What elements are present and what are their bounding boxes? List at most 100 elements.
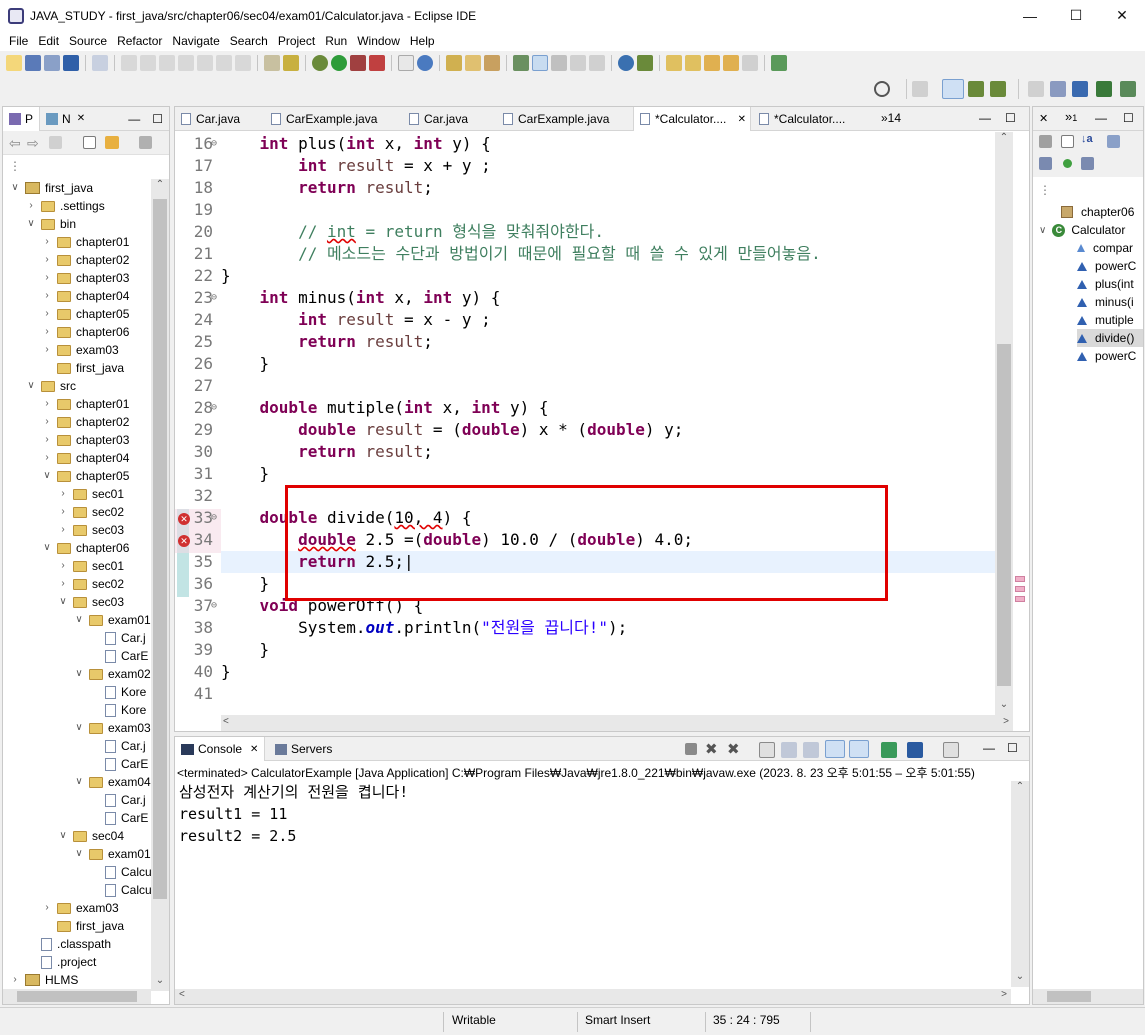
tree-item[interactable]: › sec02 [57, 503, 124, 521]
fold-icon[interactable]: ⊖ [211, 287, 217, 309]
chevron-right-icon[interactable]: › [41, 395, 53, 413]
tree-vertical-scrollbar[interactable]: ⌃ ⌄ [151, 179, 169, 991]
focus-icon[interactable] [1039, 135, 1052, 148]
fold-icon[interactable]: ⊖ [211, 397, 217, 419]
step-into-icon[interactable] [197, 55, 213, 71]
chevron-right-icon[interactable]: › [41, 269, 53, 287]
terminate-icon[interactable] [159, 55, 175, 71]
chevron-right-icon[interactable]: › [41, 305, 53, 323]
new-icon[interactable] [6, 55, 22, 71]
menu-help[interactable]: Help [405, 31, 440, 51]
code-line[interactable]: 41 [175, 683, 995, 705]
chevron-right-icon[interactable]: › [41, 431, 53, 449]
skip-breakpoints-icon[interactable] [92, 55, 108, 71]
collapse-all-icon[interactable] [1061, 135, 1074, 148]
code-line[interactable]: 19 [175, 199, 995, 221]
tree-item[interactable]: .project [25, 953, 96, 971]
tree-horizontal-scrollbar[interactable] [3, 989, 151, 1004]
back-icon[interactable] [723, 55, 739, 71]
tab-servers[interactable]: Servers [275, 742, 332, 756]
code-line[interactable]: 31 } [175, 463, 995, 485]
code-line[interactable]: 25 return result; [175, 331, 995, 353]
maximize-outline-icon[interactable]: ☐ [1123, 111, 1134, 125]
outline-item[interactable]: chapter06 [1061, 203, 1134, 221]
chevron-down-icon[interactable]: ∨ [73, 845, 85, 863]
tree-item[interactable]: › sec02 [57, 575, 124, 593]
block-select-icon[interactable] [570, 55, 586, 71]
tree-item[interactable]: CarE [89, 647, 148, 665]
tab-overflow-indicator[interactable]: »14 [881, 111, 901, 125]
editor-tab-calculator-2[interactable]: *Calculator.... [759, 112, 845, 126]
editor-horizontal-scrollbar[interactable]: < > [221, 715, 1013, 731]
tree-item[interactable]: ∨ exam01 [73, 845, 150, 863]
forward-icon[interactable] [742, 55, 758, 71]
tab-package-explorer[interactable]: P [3, 106, 41, 131]
chevron-down-icon[interactable]: ∨ [1039, 225, 1046, 236]
outline-overflow[interactable]: »1 [1065, 109, 1077, 124]
git-icon[interactable] [1028, 81, 1044, 97]
show-whitespace-icon[interactable] [551, 55, 567, 71]
code-line[interactable]: 16 ⊖ int plus(int x, int y) { [175, 133, 995, 155]
terminal-icon[interactable] [63, 55, 79, 71]
maximize-button[interactable]: ☐ [1053, 0, 1099, 31]
tree-item[interactable]: › chapter01 [41, 233, 129, 251]
tree-item[interactable]: first_java [41, 359, 124, 377]
code-line[interactable]: 21 // 메소드는 수단과 방법이기 때문에 필요할 때 쓸 수 있게 만들어… [175, 243, 995, 265]
tree-item[interactable]: Calcu [89, 881, 151, 899]
minimize-editor-icon[interactable]: — [979, 111, 991, 125]
chevron-right-icon[interactable]: › [41, 287, 53, 305]
close-button[interactable]: ✕ [1099, 0, 1145, 31]
quick-access-search-icon[interactable] [874, 81, 890, 97]
tree-item[interactable]: › exam03 [41, 341, 118, 359]
tree-item[interactable]: › sec03 [57, 521, 124, 539]
scroll-lock-icon[interactable] [781, 742, 797, 758]
tab-console[interactable]: Console ✕ [175, 737, 266, 761]
chevron-right-icon[interactable]: › [57, 503, 69, 521]
editor-tab-calculator-active[interactable]: *Calculator.... ✕ [633, 107, 751, 131]
tree-item[interactable]: ∨ chapter05 [41, 467, 129, 485]
chevron-right-icon[interactable]: › [41, 323, 53, 341]
code-line[interactable]: 38 System.out.println("전원을 끕니다!"); [175, 617, 995, 639]
chevron-down-icon[interactable]: ∨ [73, 665, 85, 683]
tree-item[interactable]: CarE [89, 809, 148, 827]
chevron-down-icon[interactable]: ∨ [41, 539, 53, 557]
web-icon[interactable] [1072, 81, 1088, 97]
chevron-right-icon[interactable]: › [41, 341, 53, 359]
chevron-down-icon[interactable]: ∨ [25, 377, 37, 395]
java-ee-perspective-icon[interactable] [942, 79, 964, 99]
prev-annotation-icon[interactable] [685, 55, 701, 71]
search-icon[interactable] [484, 55, 500, 71]
hide-local-types-icon[interactable] [1081, 157, 1094, 170]
open-task-icon[interactable] [283, 55, 299, 71]
chevron-right-icon[interactable]: › [57, 521, 69, 539]
tree-item[interactable]: › sec01 [57, 485, 124, 503]
chevron-down-icon[interactable]: ∨ [41, 467, 53, 485]
show-on-stdout-icon[interactable] [825, 740, 845, 758]
tree-item[interactable]: Kore [89, 683, 146, 701]
open-perspective-icon[interactable] [912, 81, 928, 97]
tree-item[interactable]: ∨ sec04 [57, 827, 124, 845]
outline-item[interactable]: minus(i [1077, 293, 1134, 311]
pin-console-icon[interactable] [881, 742, 897, 758]
tree-item[interactable]: first_java [41, 917, 124, 935]
menu-run[interactable]: Run [320, 31, 352, 51]
tree-item[interactable]: ∨ sec03 [57, 593, 124, 611]
chevron-right-icon[interactable]: › [41, 233, 53, 251]
fold-icon[interactable]: ⊖ [211, 507, 217, 529]
code-line[interactable]: 39 } [175, 639, 995, 661]
run-icon[interactable] [331, 55, 347, 71]
menu-refactor[interactable]: Refactor [112, 31, 167, 51]
tree-item[interactable]: Car.j [89, 629, 146, 647]
tree-item[interactable]: › exam03 [41, 899, 118, 917]
outline-item[interactable]: compar [1077, 239, 1133, 257]
up-icon[interactable] [49, 136, 62, 149]
chevron-right-icon[interactable]: › [57, 575, 69, 593]
overflow-dots[interactable]: ⋮ [9, 159, 21, 173]
outline-item[interactable]: divide() [1077, 329, 1143, 347]
tree-item[interactable]: Car.j [89, 737, 146, 755]
new-class-icon[interactable] [417, 55, 433, 71]
code-area[interactable]: 16 ⊖ int plus(int x, int y) {17 int resul… [175, 133, 995, 713]
tree-item[interactable]: Calcu [89, 863, 151, 881]
open-folder-icon[interactable] [465, 55, 481, 71]
tree-item[interactable]: › chapter03 [41, 269, 129, 287]
